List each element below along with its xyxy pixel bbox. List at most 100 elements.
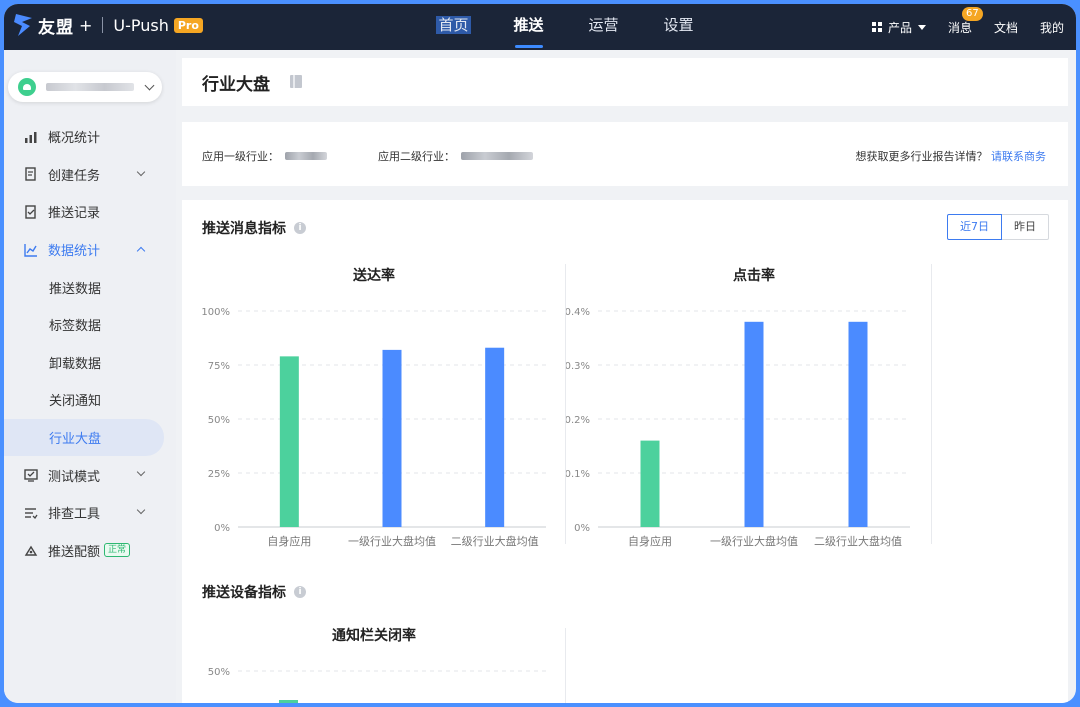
y-tick-label: 0% (214, 523, 230, 534)
y-tick-label: 0.2% (566, 415, 590, 426)
y-tick-label: 75% (208, 361, 230, 372)
tool-icon (25, 508, 38, 519)
metrics-card: 推送消息指标 i 近7日 昨日 送达率 0% 25% 50% 75% 100% 自身应用 一级… (182, 200, 1068, 703)
x-tick-label: 二级行业大盘均值 (814, 534, 902, 548)
sidebar-item-tag-data[interactable]: 标签数据 (4, 306, 176, 344)
sidebar-item-label: 创建任务 (48, 168, 101, 184)
pro-badge: Pro (173, 17, 203, 33)
nav-home-label: 首页 (436, 16, 471, 34)
sidebar-item-label: 数据统计 (48, 244, 101, 260)
nav-operations[interactable]: 运营 (566, 4, 641, 50)
last-7-days-button[interactable]: 近7日 (947, 214, 1002, 240)
notification-close-rate-chart: 通知栏关闭率 50% (208, 627, 546, 703)
sidebar-item-label: 概况统计 (48, 131, 101, 147)
mine-link[interactable]: 我的 (1040, 19, 1064, 36)
y-tick-label: 0.1% (566, 469, 590, 480)
x-tick-label: 自身应用 (628, 534, 672, 548)
app-selector[interactable] (8, 72, 162, 102)
date-range-toggle: 近7日 昨日 (947, 214, 1049, 240)
sidebar-item-test-mode[interactable]: 测试模式 (4, 456, 176, 494)
sidebar-item-disable-notify[interactable]: 关闭通知 (4, 381, 176, 419)
umeng-logo-icon (14, 14, 32, 36)
sidebar-item-label: 推送记录 (48, 206, 101, 222)
sidebar-item-push-data[interactable]: 推送数据 (4, 268, 176, 306)
bar (279, 356, 299, 527)
bar (485, 347, 505, 527)
sidebar-item-overview[interactable]: 概况统计 (4, 118, 176, 156)
chevron-down-icon (136, 167, 146, 176)
y-tick-label: 25% (208, 469, 230, 480)
x-tick-label: 二级行业大盘均值 (451, 534, 539, 548)
nav-settings[interactable]: 设置 (641, 4, 716, 50)
info-icon[interactable]: i (294, 586, 306, 598)
bar (744, 321, 764, 527)
task-icon (25, 167, 36, 182)
quota-status-badge: 正常 (104, 543, 131, 558)
info-icon[interactable]: i (294, 222, 306, 234)
contact-text: 想获取更多行业报告详情？ (855, 150, 988, 163)
android-icon (18, 78, 36, 96)
filter-bar: 应用一级行业： 应用二级行业： 想获取更多行业报告详情？ 请联系商务 (182, 122, 1068, 186)
book-icon[interactable] (290, 75, 302, 88)
section-title-text: 推送消息指标 (202, 221, 286, 237)
y-tick-label: 100% (201, 307, 230, 318)
messages-label: 消息 (947, 20, 972, 35)
sidebar-item-label: 排查工具 (48, 507, 101, 523)
app-window: 友盟 + U-Push Pro 首页 推送 运营 设置 产品 消息 67 文档 … (4, 4, 1076, 703)
page-title: 行业大盘 (202, 75, 270, 95)
click-rate-chart: 点击率 0% 0.1% 0.2% 0.3% 0.4% 自身应用 一级行业大盘均值 二级行业大盘均… (566, 267, 910, 548)
sidebar-item-push-quota[interactable]: 推送配额 正常 (4, 532, 176, 570)
sidebar: 概况统计 创建任务 推送记录 数据统计 推送数据 标签数据 卸载数据 关闭通知 … (4, 50, 176, 703)
bar (279, 700, 298, 703)
y-tick-label: 50% (208, 667, 230, 678)
logo[interactable]: 友盟 + U-Push Pro (12, 12, 203, 38)
docs-link[interactable]: 文档 (994, 19, 1018, 36)
bar (848, 321, 868, 527)
main-nav: 首页 推送 运营 设置 (416, 4, 716, 50)
sidebar-item-troubleshoot[interactable]: 排查工具 (4, 494, 176, 532)
sidebar-item-create-task[interactable]: 创建任务 (4, 156, 176, 194)
sidebar-item-label: 推送配额 (48, 544, 101, 560)
contact-sales-link[interactable]: 请联系商务 (991, 150, 1046, 163)
messages-count-badge: 67 (961, 6, 983, 21)
sidebar-item-label: 测试模式 (48, 469, 101, 485)
grid-icon (871, 22, 882, 32)
products-dropdown[interactable]: 产品 (871, 19, 926, 36)
sidebar-menu: 概况统计 创建任务 推送记录 数据统计 推送数据 标签数据 卸载数据 关闭通知 … (4, 118, 176, 569)
sidebar-item-data-stats[interactable]: 数据统计 (4, 231, 176, 269)
y-tick-label: 0.3% (566, 361, 590, 372)
chart-title: 送达率 (352, 267, 395, 284)
logo-divider (102, 17, 104, 33)
messages-link[interactable]: 消息 67 (947, 6, 983, 36)
nav-push[interactable]: 推送 (491, 4, 566, 50)
yesterday-button[interactable]: 昨日 (1002, 214, 1049, 240)
app-name-redacted (46, 83, 134, 91)
section-title-text: 推送设备指标 (202, 585, 286, 601)
product-name: U-Push (113, 15, 169, 35)
line-chart-icon (24, 243, 37, 257)
delivery-rate-chart: 送达率 0% 25% 50% 75% 100% 自身应用 一级行业大盘均值 二级行业大盘均值 (201, 267, 546, 548)
brand-plus: + (79, 15, 93, 35)
y-tick-label: 50% (208, 415, 230, 426)
chart-divider (565, 628, 566, 703)
sidebar-item-uninstall-data[interactable]: 卸载数据 (4, 344, 176, 382)
bar (382, 349, 402, 527)
sidebar-item-industry-overview[interactable]: 行业大盘 (4, 418, 164, 457)
chevron-down-icon (136, 468, 146, 477)
sidebar-item-push-records[interactable]: 推送记录 (4, 193, 176, 231)
brand-name: 友盟 (38, 17, 74, 38)
chart-title: 通知栏关闭率 (332, 627, 416, 644)
top-right-menu: 产品 消息 67 文档 我的 (850, 4, 1064, 50)
industry-level2-value-redacted (461, 152, 533, 160)
bar (640, 440, 660, 527)
x-tick-label: 一级行业大盘均值 (710, 534, 798, 548)
bar-chart-icon (25, 131, 37, 143)
nav-home[interactable]: 首页 (416, 4, 491, 50)
y-tick-label: 0.4% (566, 307, 590, 318)
chevron-down-icon (136, 505, 146, 515)
push-message-metrics-title: 推送消息指标 i (202, 218, 306, 238)
caret-down-icon (917, 24, 926, 30)
industry-level1-label: 应用一级行业： (202, 150, 279, 163)
contact-prompt: 想获取更多行业报告详情？ 请联系商务 (856, 148, 1047, 164)
industry-level1-filter: 应用一级行业： (202, 148, 327, 164)
